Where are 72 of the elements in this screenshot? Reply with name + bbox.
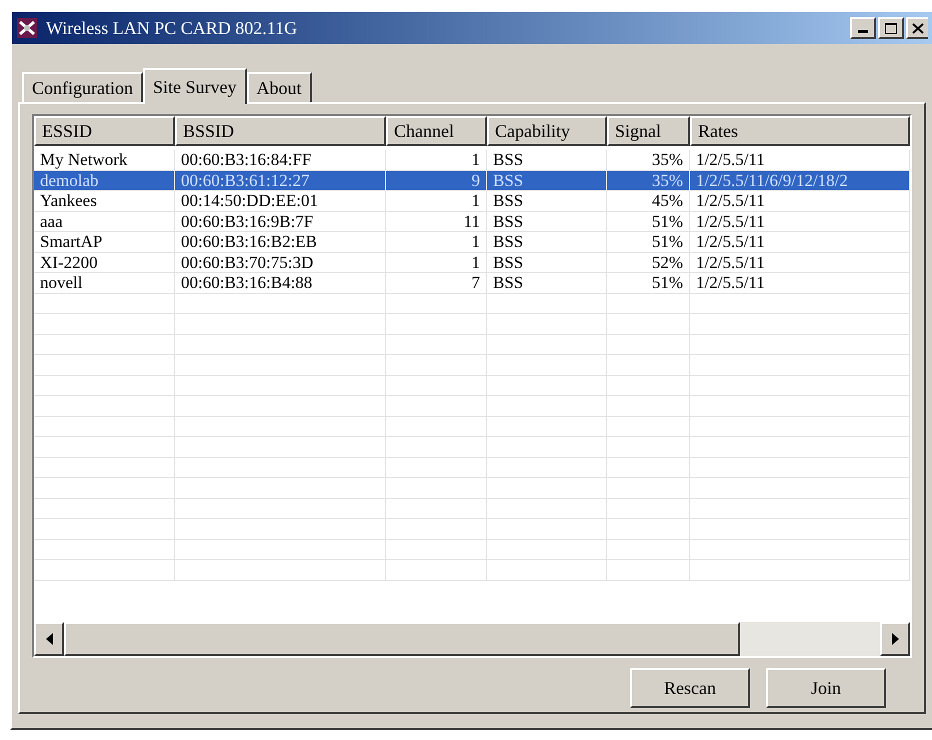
table-cell: 1 <box>386 252 487 272</box>
tab[interactable]: Configuration <box>22 72 143 102</box>
table-cell: BSS <box>487 232 607 252</box>
table-cell: XI-2200 <box>34 252 175 272</box>
table-row[interactable]: SmartAP 00:60:B3:16:B2:EB 1 BSS 51% 1/2/5.5/11 <box>34 232 910 252</box>
column-header[interactable]: BSSID <box>175 116 386 146</box>
tab[interactable]: About <box>246 72 312 102</box>
table-cell: 51% <box>607 212 690 231</box>
table-cell: My Network <box>34 150 175 170</box>
table-cell: 00:14:50:DD:EE:01 <box>175 191 386 210</box>
table-cell: Yankees <box>34 191 175 210</box>
table-cell: BSS <box>487 212 607 231</box>
table-cell: 7 <box>386 273 487 292</box>
right-arrow-icon <box>892 633 898 645</box>
table-cell: demolab <box>34 170 175 190</box>
scroll-left-button[interactable] <box>34 622 64 656</box>
column-header[interactable]: Channel <box>386 116 487 146</box>
table-cell: 00:60:B3:70:75:3D <box>175 252 386 272</box>
table-cell: SmartAP <box>34 232 175 252</box>
table-cell: 00:60:B3:16:84:FF <box>175 150 386 170</box>
maximize-button[interactable] <box>878 17 904 39</box>
table-cell: 00:60:B3:16:9B:7F <box>175 212 386 231</box>
minimize-icon <box>858 30 868 33</box>
table-row[interactable]: demolab 00:60:B3:61:12:27 9 BSS 35% 1/2/5.5/11/6/9/12/18/2 <box>34 170 910 191</box>
table-cell: 1/2/5.5/11 <box>690 212 910 231</box>
table-cell: 1/2/5.5/11 <box>690 252 910 272</box>
table-cell: BSS <box>487 170 607 190</box>
table-cell: 00:60:B3:16:B4:88 <box>175 273 386 292</box>
minimize-button[interactable] <box>850 17 876 39</box>
table-cell: 1/2/5.5/11/6/9/12/18/2 <box>690 170 910 190</box>
maximize-icon <box>885 22 897 34</box>
table-cell: 52% <box>607 252 690 272</box>
table-row[interactable]: Yankees 00:14:50:DD:EE:01 1 BSS 45% 1/2/5.5/11 <box>34 191 910 212</box>
table-cell: 1/2/5.5/11 <box>690 232 910 252</box>
table-cell: 1 <box>386 232 487 252</box>
horizontal-scrollbar[interactable] <box>34 622 910 656</box>
table-cell: 35% <box>607 170 690 190</box>
table-row[interactable]: novell 00:60:B3:16:B4:88 7 BSS 51% 1/2/5.5/11 <box>34 273 910 294</box>
table-cell: 9 <box>386 170 487 190</box>
table-cell: BSS <box>487 150 607 170</box>
close-icon <box>912 22 924 34</box>
table-cell: 1 <box>386 191 487 210</box>
table-cell: 1/2/5.5/11 <box>690 273 910 292</box>
table-cell: 00:60:B3:61:12:27 <box>175 170 386 190</box>
table-cell: 1/2/5.5/11 <box>690 150 910 170</box>
left-arrow-icon <box>46 633 52 645</box>
table-cell: BSS <box>487 252 607 272</box>
table-cell: 45% <box>607 191 690 210</box>
column-header[interactable]: Capability <box>487 116 607 146</box>
window-title: Wireless LAN PC CARD 802.11G <box>46 16 298 40</box>
table-cell: 1 <box>386 150 487 170</box>
tab[interactable]: Site Survey <box>143 68 246 104</box>
table-row[interactable]: XI-2200 00:60:B3:70:75:3D 1 BSS 52% 1/2/5.5/11 <box>34 252 910 273</box>
table-cell: BSS <box>487 273 607 292</box>
table-cell: aaa <box>34 212 175 231</box>
action-button[interactable]: Rescan <box>630 668 750 708</box>
column-header[interactable]: Rates <box>690 116 910 146</box>
close-button[interactable] <box>906 17 928 39</box>
column-header[interactable]: Signal <box>607 116 690 146</box>
table-cell: BSS <box>487 191 607 210</box>
table-cell: 00:60:B3:16:B2:EB <box>175 232 386 252</box>
table-cell: novell <box>34 273 175 292</box>
table-row[interactable]: aaa 00:60:B3:16:9B:7F 11 BSS 51% 1/2/5.5/11 <box>34 212 910 232</box>
table-cell: 11 <box>386 212 487 231</box>
table-cell: 51% <box>607 273 690 292</box>
scroll-thumb[interactable] <box>64 622 740 656</box>
action-button[interactable]: Join <box>766 668 886 708</box>
table-cell: 51% <box>607 232 690 252</box>
scroll-right-button[interactable] <box>880 622 910 656</box>
column-header[interactable]: ESSID <box>34 116 175 146</box>
table-cell: 1/2/5.5/11 <box>690 191 910 210</box>
table-cell: 35% <box>607 150 690 170</box>
